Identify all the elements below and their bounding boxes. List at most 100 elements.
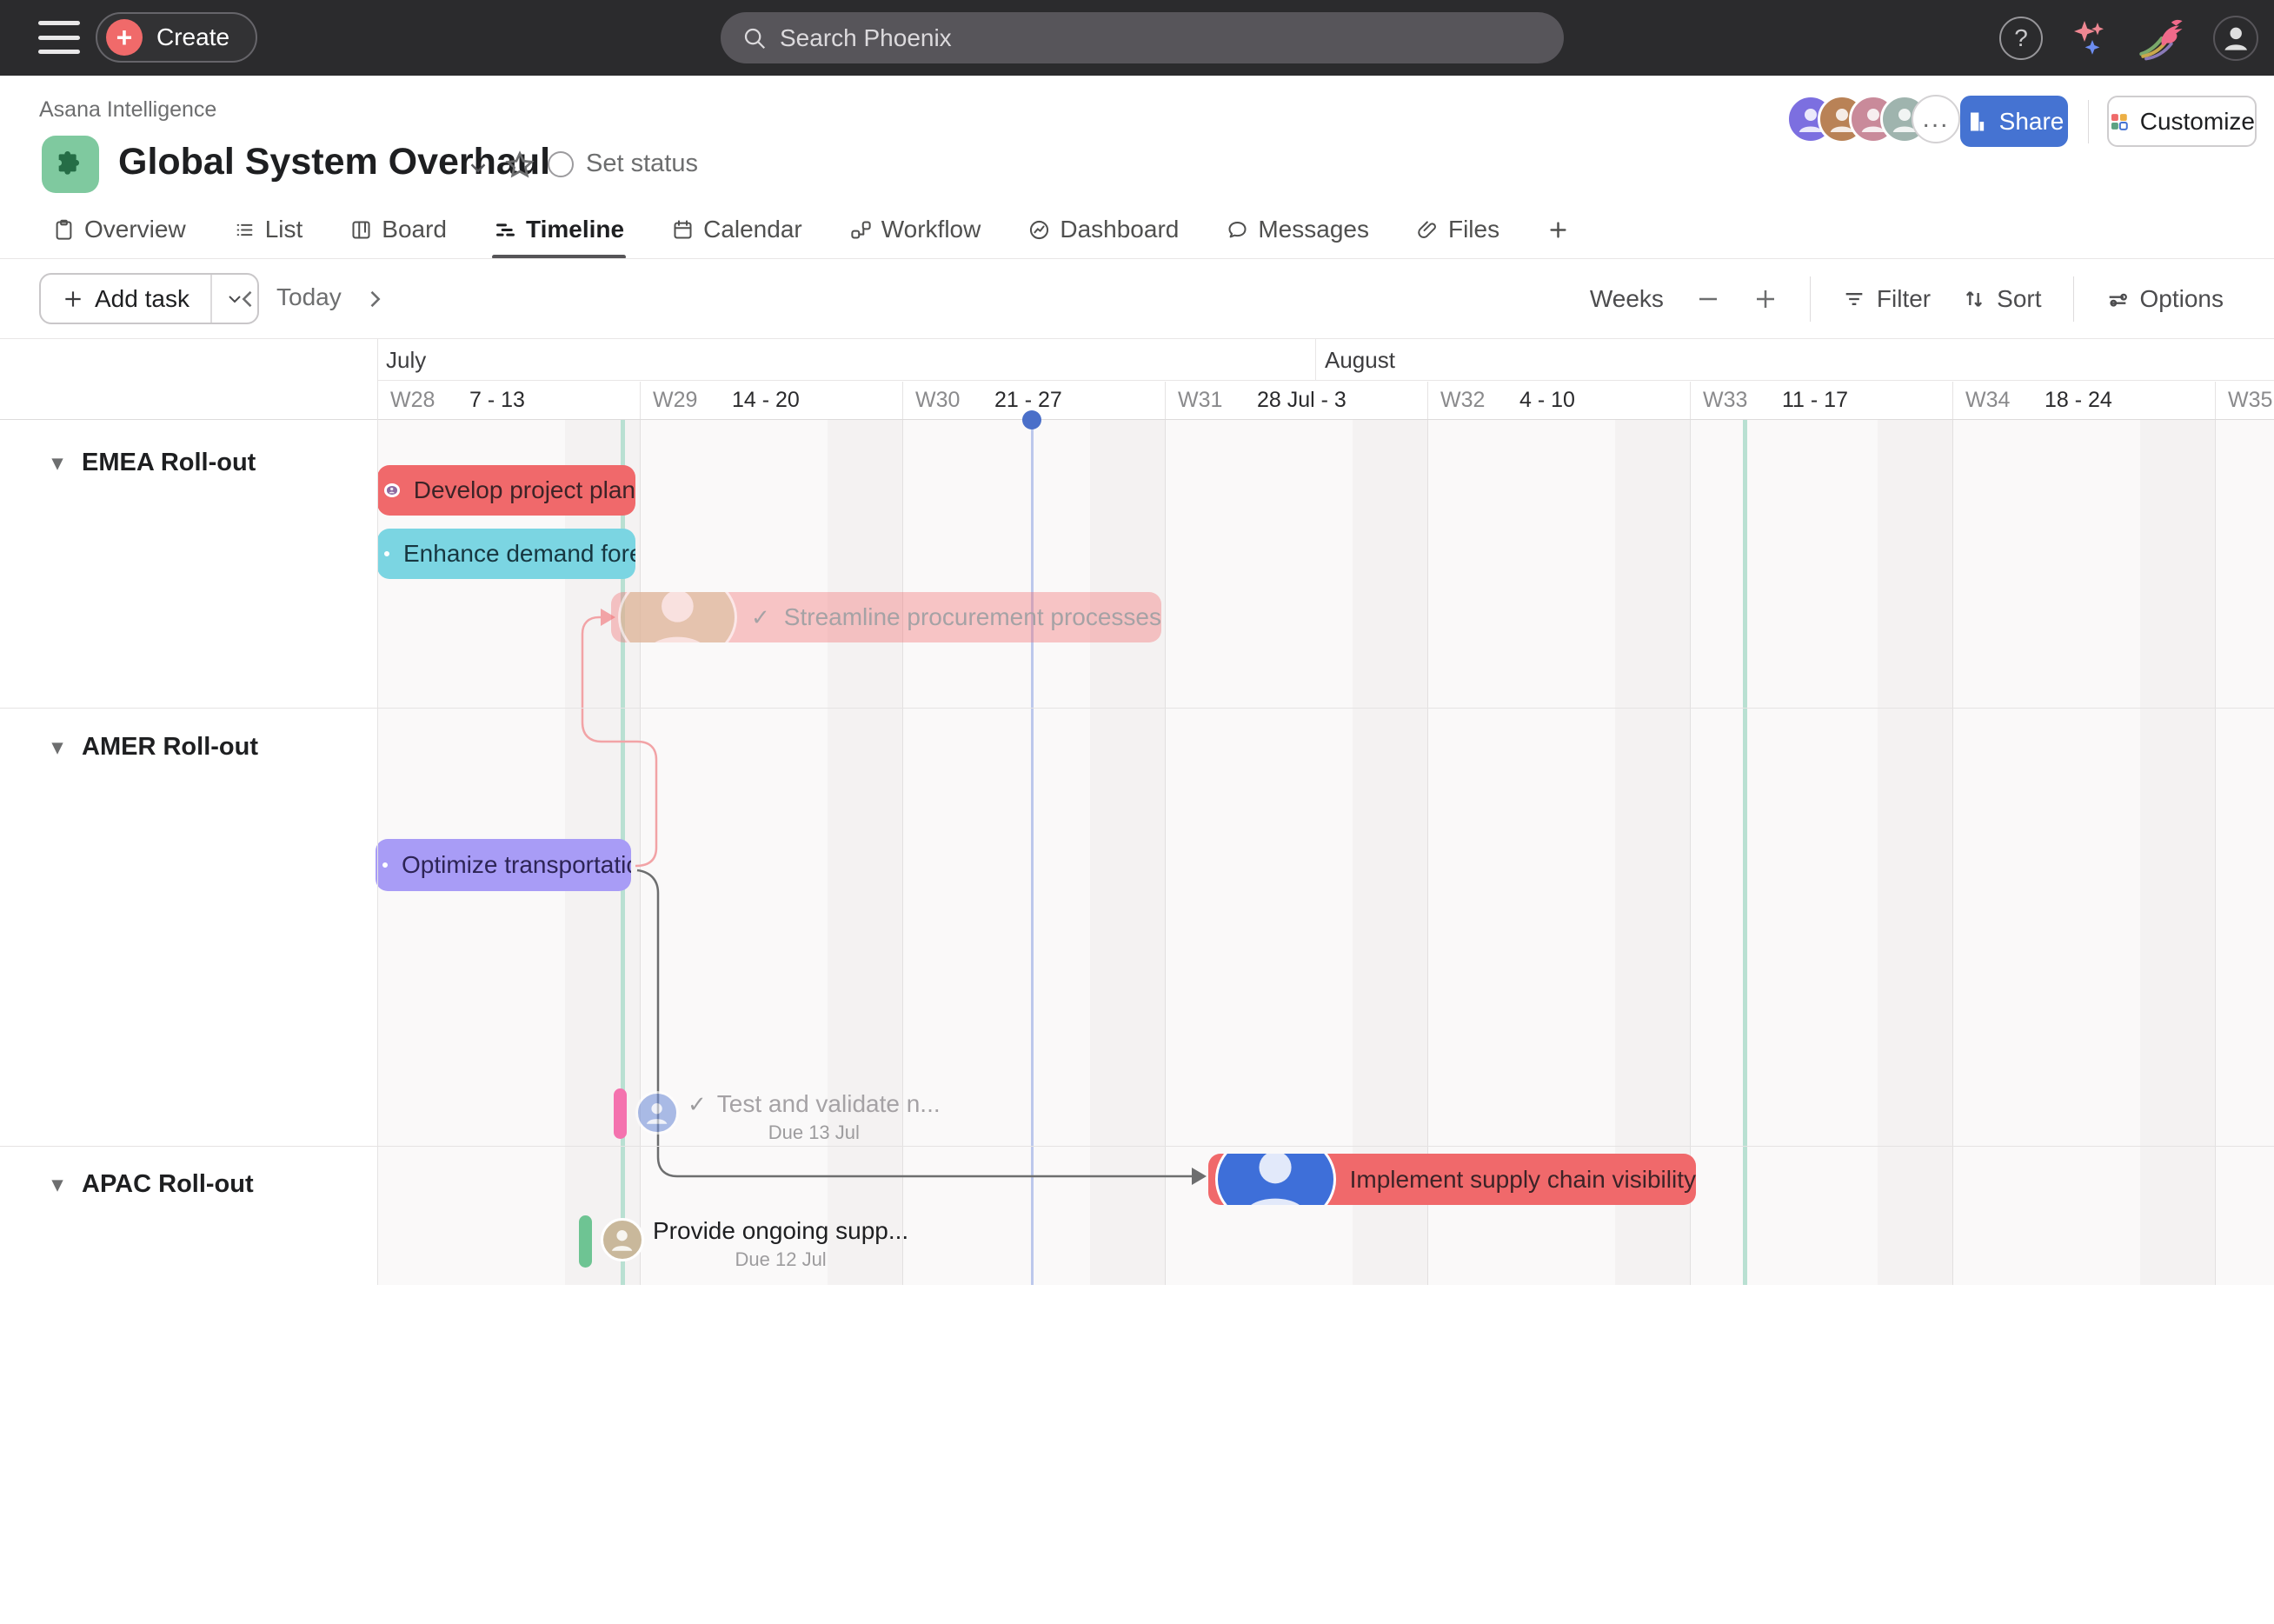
set-status-button[interactable]: Set status <box>548 150 698 178</box>
zoom-in-button[interactable] <box>1752 286 1779 312</box>
weekend-shading <box>1878 420 1952 1285</box>
tab-overview[interactable]: Overview <box>52 202 186 257</box>
task-name: Implement supply chain visibility <box>1350 1166 1696 1194</box>
add-task-label: Add task <box>95 285 190 313</box>
tab-timeline[interactable]: Timeline <box>494 202 624 257</box>
sort-button[interactable]: Sort <box>1962 285 2041 313</box>
tab-messages[interactable]: Messages <box>1226 202 1369 257</box>
building-icon <box>1965 110 1989 134</box>
message-icon <box>1226 218 1249 242</box>
avatar <box>384 551 389 556</box>
tab-files[interactable]: Files <box>1416 202 1499 257</box>
tab-dashboard[interactable]: Dashboard <box>1027 202 1179 257</box>
calendar-icon <box>671 218 695 242</box>
section-header[interactable]: ▾EMEA Roll-out <box>52 449 256 477</box>
check-icon: ✓ <box>688 1091 707 1118</box>
avatar <box>601 1218 644 1261</box>
week-column <box>1952 420 2215 1285</box>
puzzle-icon <box>53 147 88 182</box>
task-name: Develop project plan <box>414 476 635 504</box>
collapse-triangle-icon[interactable]: ▾ <box>52 735 63 760</box>
week-range: 18 - 24 <box>2045 388 2112 413</box>
collapse-triangle-icon[interactable]: ▾ <box>52 1172 63 1197</box>
task-bar[interactable]: ✓Streamline procurement processes <box>611 592 1161 642</box>
section-header[interactable]: ▾APAC Roll-out <box>52 1170 254 1199</box>
week-column <box>902 420 1165 1285</box>
task-bar[interactable]: Develop project plan <box>377 465 635 516</box>
customize-label: Customize <box>2140 108 2255 136</box>
check-icon: ✓ <box>751 604 770 631</box>
divider <box>377 339 378 1285</box>
share-label: Share <box>1999 108 2065 136</box>
tab-label: List <box>265 216 303 243</box>
more-members-button[interactable]: ... <box>1912 95 1960 143</box>
week-number: W29 <box>653 388 697 413</box>
task-stub[interactable]: ✓Test and validate n...Due 13 Jul <box>614 1088 941 1144</box>
today-button[interactable]: Today <box>276 283 342 311</box>
avatar <box>382 862 388 868</box>
breadcrumb[interactable]: Asana Intelligence <box>39 97 216 123</box>
user-avatar[interactable] <box>2213 16 2258 61</box>
tab-list[interactable]: List <box>233 202 303 257</box>
view-tabs: Overview List Board Timeline Calendar Workflo… <box>52 202 1570 257</box>
task-bar[interactable]: Implement supply chain visibility <box>1208 1154 1696 1205</box>
add-task-button[interactable]: Add task <box>39 273 259 324</box>
week-column <box>1690 420 1952 1285</box>
task-pill <box>614 1088 627 1139</box>
avatar <box>618 592 737 642</box>
task-due-date: Due 12 Jul <box>735 1248 827 1271</box>
chevron-down-icon[interactable] <box>465 155 491 181</box>
search-placeholder: Search Phoenix <box>780 24 952 52</box>
tab-label: Messages <box>1258 216 1369 243</box>
board-icon <box>349 218 373 242</box>
share-button[interactable]: Share <box>1960 96 2068 147</box>
tab-board[interactable]: Board <box>349 202 447 257</box>
week-number: W30 <box>915 388 960 413</box>
phoenix-icon[interactable] <box>2137 13 2187 63</box>
today-line <box>1031 420 1034 1285</box>
plus-icon <box>1752 286 1779 312</box>
filter-button[interactable]: Filter <box>1842 285 1931 313</box>
month-header: July <box>377 339 1315 381</box>
week-header-row: W287 - 13W2914 - 20W3021 - 27W3128 Jul -… <box>377 382 2274 419</box>
filter-icon <box>1842 287 1866 311</box>
zoom-out-button[interactable] <box>1695 286 1721 312</box>
hamburger-menu-icon[interactable] <box>38 21 80 54</box>
week-column <box>640 420 902 1285</box>
task-due-date: Due 13 Jul <box>768 1121 860 1144</box>
collapse-triangle-icon[interactable]: ▾ <box>52 450 63 476</box>
week-range: 21 - 27 <box>994 388 1062 413</box>
tab-calendar[interactable]: Calendar <box>671 202 802 257</box>
plus-icon <box>62 288 84 310</box>
minus-icon <box>1695 286 1721 312</box>
options-button[interactable]: Options <box>2105 285 2224 313</box>
task-stub[interactable]: Provide ongoing supp...Due 12 Jul <box>579 1215 908 1271</box>
sparkles-ai-icon[interactable] <box>2069 17 2111 59</box>
create-button[interactable]: + Create <box>96 12 257 63</box>
prev-period-button[interactable] <box>228 273 268 324</box>
section-header[interactable]: ▾ AMER Roll-out <box>52 733 258 762</box>
tab-label: Board <box>382 216 447 243</box>
zoom-level-label[interactable]: Weeks <box>1590 285 1664 313</box>
task-bar[interactable]: Enhance demand fore <box>377 529 635 579</box>
star-icon[interactable] <box>504 150 535 181</box>
section-divider <box>0 1146 2274 1147</box>
search-input[interactable]: Search Phoenix <box>721 12 1564 63</box>
task-bar[interactable]: Optimize transportatio <box>376 839 631 891</box>
month-header-row: JulyAugust <box>377 339 2274 381</box>
week-column <box>2215 420 2274 1285</box>
weekend-shading <box>2140 420 2215 1285</box>
customize-grid-icon <box>2109 109 2130 135</box>
task-name: Enhance demand fore <box>403 540 635 568</box>
plus-icon <box>1546 218 1570 242</box>
customize-button[interactable]: Customize <box>2107 96 2257 147</box>
next-period-button[interactable] <box>355 273 395 324</box>
sort-label: Sort <box>1997 285 2041 313</box>
tab-add[interactable] <box>1546 202 1570 257</box>
help-button[interactable]: ? <box>1999 17 2043 60</box>
options-label: Options <box>2140 285 2224 313</box>
weekend-shading <box>1090 420 1165 1285</box>
sort-icon <box>1962 287 1986 311</box>
tab-workflow[interactable]: Workflow <box>849 202 981 257</box>
section-name: AMER Roll-out <box>82 733 258 762</box>
